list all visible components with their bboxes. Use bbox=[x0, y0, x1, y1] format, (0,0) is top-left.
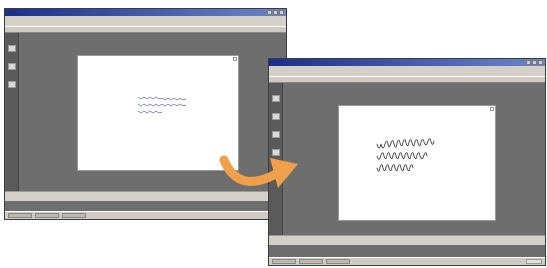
taskbar-button[interactable] bbox=[326, 259, 350, 264]
tool-button[interactable] bbox=[8, 45, 16, 52]
taskbar-button[interactable] bbox=[8, 213, 32, 218]
taskbar-button[interactable] bbox=[35, 213, 59, 218]
maximize-icon[interactable] bbox=[532, 60, 537, 65]
toolbar bbox=[5, 26, 286, 33]
taskbar-button[interactable] bbox=[299, 259, 323, 264]
tool-palette bbox=[5, 33, 19, 191]
taskbar bbox=[5, 211, 286, 219]
taskbar-button[interactable] bbox=[272, 259, 296, 264]
tool-button[interactable] bbox=[8, 81, 16, 88]
handwriting-ink bbox=[376, 138, 435, 172]
drawing-canvas[interactable] bbox=[338, 105, 496, 221]
tool-button[interactable] bbox=[272, 113, 280, 120]
close-icon[interactable] bbox=[279, 10, 284, 15]
title-bar bbox=[269, 59, 545, 66]
tool-button[interactable] bbox=[8, 63, 16, 70]
title-bar bbox=[5, 9, 286, 16]
maximize-icon[interactable] bbox=[273, 10, 278, 15]
handwriting-ink bbox=[137, 96, 187, 114]
status-bar bbox=[269, 235, 545, 245]
tool-button[interactable] bbox=[272, 95, 280, 102]
app-window-after bbox=[268, 58, 546, 266]
taskbar bbox=[269, 257, 545, 265]
system-clock bbox=[526, 259, 542, 264]
menu-bar bbox=[5, 16, 286, 26]
curved-arrow-icon bbox=[219, 155, 298, 188]
close-icon[interactable] bbox=[538, 60, 543, 65]
toolbar bbox=[269, 76, 545, 83]
minimize-icon[interactable] bbox=[526, 60, 531, 65]
taskbar-button[interactable] bbox=[62, 213, 86, 218]
menu-bar bbox=[269, 66, 545, 76]
minimize-icon[interactable] bbox=[267, 10, 272, 15]
drawing-canvas[interactable] bbox=[77, 55, 239, 171]
